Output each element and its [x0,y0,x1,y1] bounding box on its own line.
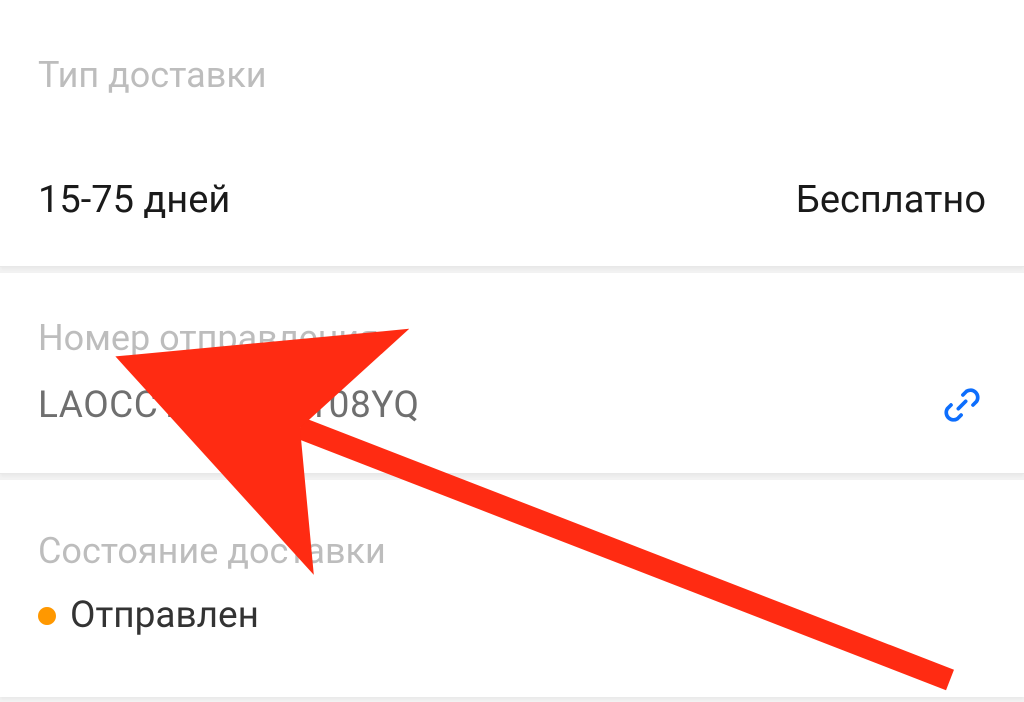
delivery-type-section: Тип доставки 15-75 дней Бесплатно [0,0,1024,267]
status-label: Состояние доставки [38,530,986,572]
status-row: Отправлен [38,594,986,637]
tracking-label: Номер отправления [38,317,986,359]
delivery-duration: 15-75 дней [38,178,230,222]
link-icon[interactable] [938,381,986,429]
tracking-number: LAOCC1007722108YQ [38,384,419,427]
delivery-row: 15-75 дней Бесплатно [38,178,986,222]
tracking-section: Номер отправления LAOCC1007722108YQ [0,273,1024,474]
delivery-cost: Бесплатно [796,178,986,222]
status-dot-icon [38,607,56,625]
status-section: Состояние доставки Отправлен [0,480,1024,697]
delivery-type-label: Тип доставки [38,54,986,96]
tracking-row: LAOCC1007722108YQ [38,381,986,429]
status-text: Отправлен [70,594,259,637]
